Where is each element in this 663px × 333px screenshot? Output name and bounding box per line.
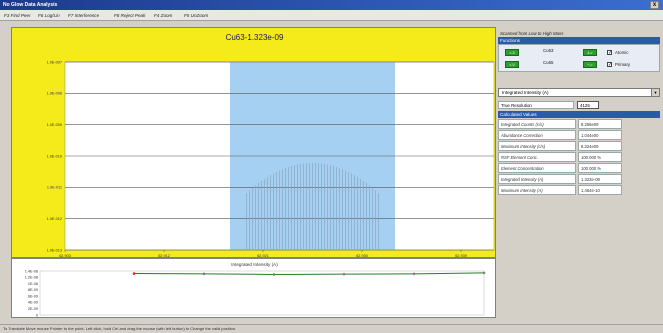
- toolbar: F3 Find Peer F6 Log/Lin F7 Interference …: [0, 10, 663, 21]
- integrated-intensity-panel: Integrated Intensity (A) 1.4E-08 1.2E-08 1…: [11, 258, 496, 318]
- y-tick-label: 1.0E-011: [47, 186, 62, 190]
- lower-y-tick-label: 6E-09: [28, 294, 38, 298]
- integrated-intensity-chart: 1.4E-08 1.2E-08 1E-08 8E-09 6E-09 4E-09 2E-09 0: [25, 269, 486, 317]
- data-point: [132, 272, 136, 275]
- scan-direction-label: Scanned from Low to High Mass: [500, 31, 564, 36]
- calc-value: 1.464e-10: [578, 185, 622, 195]
- y-tick-label: 1.0E-010: [47, 154, 62, 158]
- calc-row: Maximum Intensity (A) 1.464e-10: [498, 185, 660, 195]
- interference-button[interactable]: F7 Interference: [68, 11, 99, 20]
- functions-header: Functions: [498, 37, 660, 44]
- calc-value: 100.000 %: [578, 152, 622, 162]
- calc-row: Integrated Intensity (A) 1.323e-09: [498, 174, 660, 184]
- y-tick-label: 1.0E-009: [47, 123, 62, 127]
- data-point: [482, 271, 486, 275]
- unzoom-button[interactable]: F5 UnZoom: [184, 11, 208, 20]
- next-element-button[interactable]: ^->: [583, 61, 597, 68]
- lower-y-tick-label: 1E-08: [28, 282, 38, 286]
- isotope-label-cu65: Cu65: [543, 60, 554, 65]
- log-lin-button[interactable]: F6 Log/Lin: [38, 11, 60, 20]
- calc-value: 1.044e00: [578, 130, 622, 140]
- isotope-label-cu63: Cu63: [543, 48, 554, 53]
- calc-label: Element Concentration: [498, 163, 576, 173]
- y-tick-label: 1.0E-013: [47, 248, 62, 252]
- atomic-label: Atomic: [615, 50, 629, 55]
- window-title-bar: No Glow Data Analysis x: [0, 0, 663, 10]
- check-icon: ✓: [608, 50, 613, 56]
- calc-row: Element Concentration 100.000 %: [498, 163, 660, 173]
- find-peer-button[interactable]: F3 Find Peer: [4, 11, 31, 20]
- y-tick-label: 1.0E-008: [47, 92, 62, 96]
- prev-isotope-button[interactable]: <-3: [505, 49, 519, 56]
- lower-y-tick-label: 4E-09: [28, 301, 38, 305]
- primary-label: Primary: [615, 62, 631, 67]
- lower-plot-area: [39, 270, 485, 316]
- calc-value: 1.323e-09: [578, 174, 622, 184]
- primary-checkbox[interactable]: ✓: [607, 62, 613, 68]
- lower-y-tick-label: 8E-09: [28, 288, 38, 292]
- zoom-button[interactable]: F4 Zoom: [154, 11, 172, 20]
- display-mode-value: Integrated Intensity (A): [502, 90, 549, 95]
- true-resolution-label: True Resolution: [498, 101, 574, 109]
- calc-row: RSF Element Conc. 100.000 %: [498, 152, 660, 162]
- data-point: [342, 272, 346, 276]
- calc-row: Maximum Intensity (c/s) 8.324e09: [498, 141, 660, 151]
- calc-value: 100.000 %: [578, 163, 622, 173]
- true-resolution-input[interactable]: 4125: [577, 101, 599, 109]
- y-tick-label: 1.0E-012: [47, 217, 62, 221]
- calc-label: Maximum Intensity (c/s): [498, 141, 576, 151]
- calc-label: Integrated Intensity (A): [498, 174, 576, 184]
- spectrum-chart[interactable]: 1.0E-007 1.0E-008 1.0E-009 1.0E-010 1.0E-011…: [12, 28, 497, 259]
- status-bar: To Translate Move mouse Pointer to the p…: [0, 324, 663, 333]
- display-mode-select[interactable]: Integrated Intensity (A) ▼: [498, 88, 660, 97]
- spectrum-panel: Cu63-1.323e-09 1.0E-007 1.0E-008 1.0E-009 1…: [11, 27, 496, 258]
- calc-row: Abundance Correction 1.044e00: [498, 130, 660, 140]
- lower-y-tick-label: 0: [36, 313, 38, 317]
- window-title: No Glow Data Analysis: [3, 2, 58, 8]
- close-button[interactable]: x: [650, 1, 659, 9]
- data-point: [272, 273, 276, 276]
- check-icon: ✓: [608, 62, 613, 68]
- calc-value: 8.256e09: [578, 119, 622, 129]
- functions-box: <-3 Cu63 4-> ✓ Atomic <-V Cu65 ^-> ✓ Pri…: [498, 44, 660, 72]
- calc-label: Maximum Intensity (A): [498, 185, 576, 195]
- calc-row: Integrated Counts (c/s) 8.256e09: [498, 119, 660, 129]
- next-isotope-button[interactable]: 4->: [583, 49, 597, 56]
- data-point: [412, 272, 416, 276]
- calc-value: 8.324e09: [578, 141, 622, 151]
- atomic-checkbox[interactable]: ✓: [607, 50, 613, 56]
- lower-y-tick-label: 1.4E-08: [25, 269, 38, 273]
- calc-label: Integrated Counts (c/s): [498, 119, 576, 129]
- data-point: [202, 272, 206, 276]
- analysis-side-panel: Scanned from Low to High Mass Functions …: [498, 30, 660, 321]
- y-tick-label: 1.0E-007: [47, 60, 62, 64]
- chevron-down-icon[interactable]: ▼: [651, 89, 659, 96]
- prev-element-button[interactable]: <-V: [505, 61, 519, 68]
- lower-y-tick-label: 2E-09: [28, 307, 38, 311]
- calc-label: RSF Element Conc.: [498, 152, 576, 162]
- calculated-values-header: Calculated Values: [498, 111, 660, 118]
- calc-label: Abundance Correction: [498, 130, 576, 140]
- lower-y-tick-label: 1.2E-08: [25, 276, 38, 280]
- reject-peak-button[interactable]: F8 Reject Peak: [114, 11, 145, 20]
